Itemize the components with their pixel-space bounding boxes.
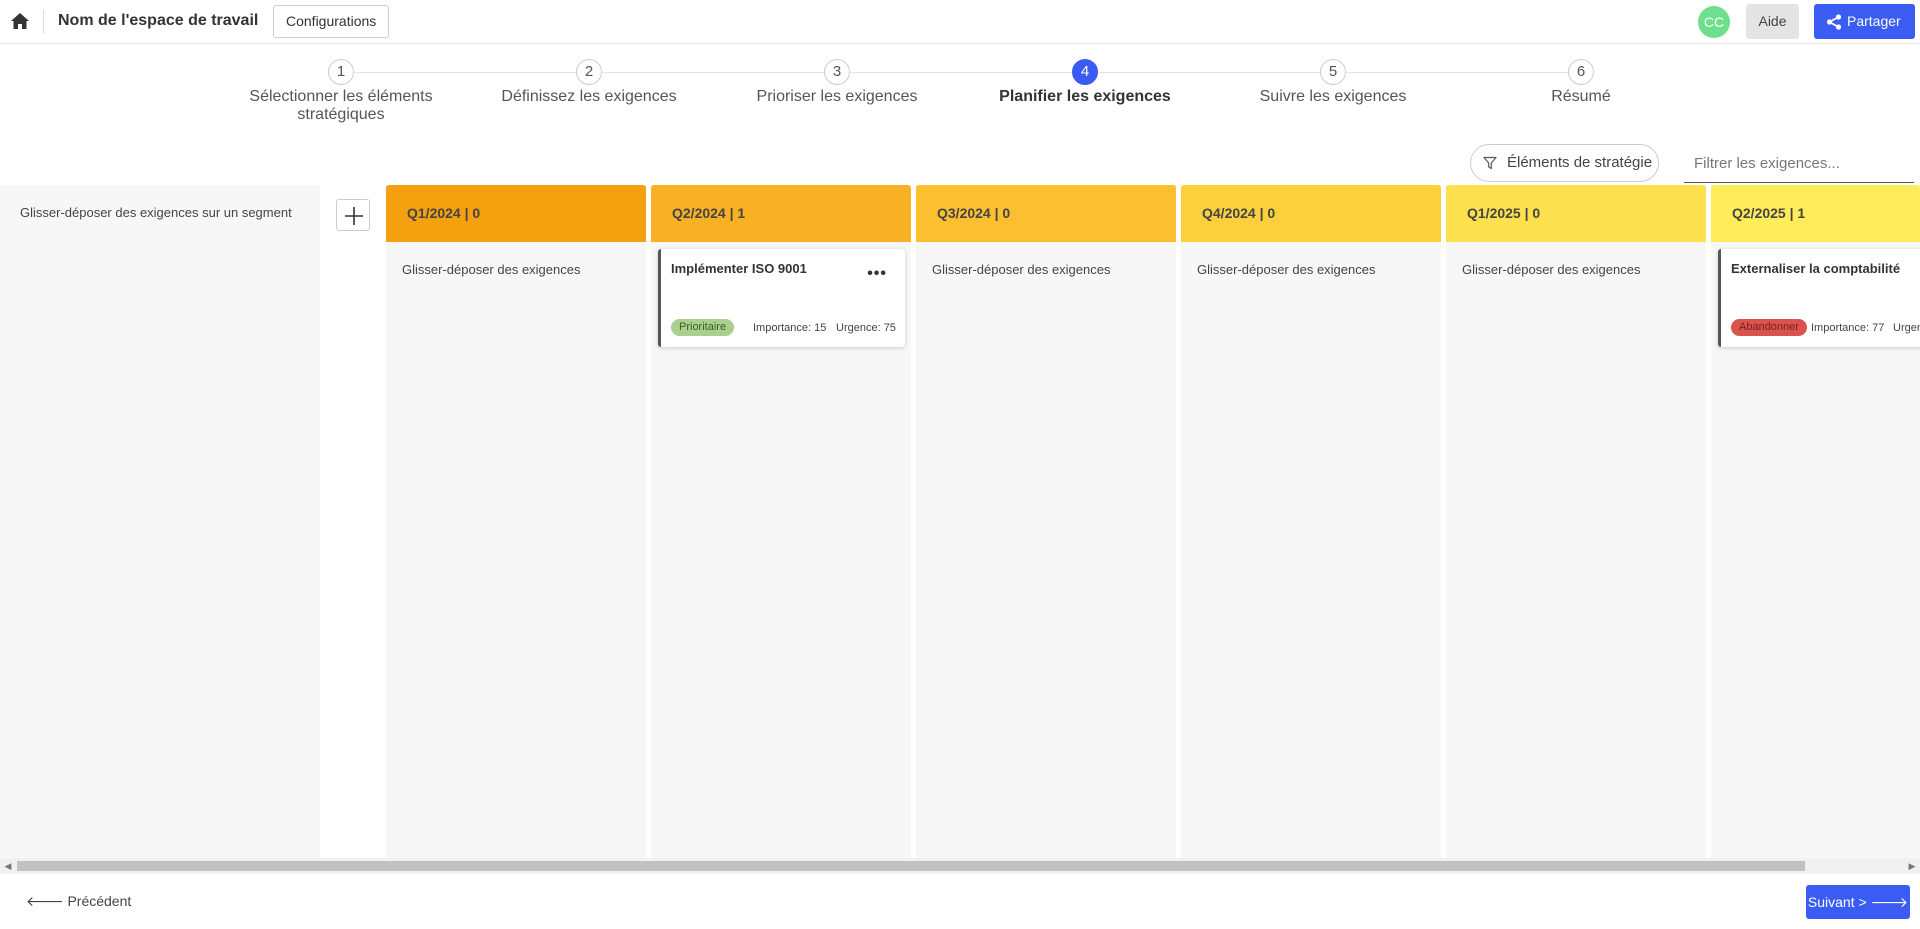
- strategy-label: Éléments de stratégie: [1507, 154, 1653, 171]
- previous-label: Précédent: [67, 893, 132, 909]
- strategy-elements-button[interactable]: Éléments de stratégie: [1470, 144, 1659, 182]
- help-button[interactable]: Aide: [1746, 4, 1799, 39]
- step-label: Définissez les exigences: [501, 88, 677, 105]
- more-options-icon[interactable]: •••: [867, 266, 887, 282]
- importance-value: Importance: 77: [1811, 322, 1885, 334]
- requirement-card[interactable]: Implémenter ISO 9001 ••• Prioritaire Imp…: [658, 249, 905, 347]
- divider: [43, 10, 44, 34]
- column-header: Q1/2024 | 0: [386, 185, 646, 242]
- drop-hint: Glisser-déposer des exigences: [932, 262, 1111, 277]
- step-3[interactable]: 3 Prioriser les exigences: [712, 59, 962, 106]
- step-label: Prioriser les exigences: [756, 88, 918, 105]
- column-q3-2024[interactable]: Q3/2024 | 0 Glisser-déposer des exigence…: [916, 185, 1176, 858]
- filter-icon: [1483, 156, 1497, 170]
- column-header: Q4/2024 | 0: [1181, 185, 1441, 242]
- requirements-filter-input[interactable]: [1684, 145, 1914, 183]
- plus-icon: [345, 207, 363, 225]
- segment-panel[interactable]: Glisser-déposer des exigences sur un seg…: [0, 185, 320, 858]
- roadmap-board: Glisser-déposer des exigences sur un seg…: [0, 185, 1920, 858]
- segment-hint: Glisser-déposer des exigences sur un seg…: [20, 205, 292, 220]
- arrow-right-icon: 🡒: [1866, 894, 1909, 910]
- importance-value: Importance: 15: [753, 322, 827, 334]
- step-label: Suivre les exigences: [1259, 88, 1407, 105]
- column-header: Q3/2024 | 0: [916, 185, 1176, 242]
- stepper: 1 Sélectionner les éléments stratégiques …: [0, 55, 1920, 135]
- step-2[interactable]: 2 Définissez les exigences: [464, 59, 714, 106]
- scrollbar-thumb[interactable]: [17, 861, 1805, 871]
- column-header: Q1/2025 | 0: [1446, 185, 1706, 242]
- share-icon: [1826, 14, 1842, 30]
- drop-hint: Glisser-déposer des exigences: [1197, 262, 1376, 277]
- column-header: Q2/2024 | 1: [651, 185, 911, 242]
- step-number: 2: [576, 59, 602, 85]
- share-label: Partager: [1847, 13, 1901, 29]
- add-segment-button[interactable]: [336, 199, 370, 231]
- status-badge: Abandonner: [1731, 319, 1807, 336]
- next-button[interactable]: Suivant > 🡒: [1806, 885, 1910, 919]
- requirement-card[interactable]: Externaliser la comptabilité Abandonner …: [1718, 249, 1920, 347]
- horizontal-scrollbar[interactable]: ◀ ▶: [0, 858, 1920, 874]
- column-q2-2025[interactable]: Q2/2025 | 1 Externaliser la comptabilité…: [1711, 185, 1920, 858]
- scroll-left-icon[interactable]: ◀: [0, 858, 16, 874]
- scroll-right-icon[interactable]: ▶: [1904, 858, 1920, 874]
- avatar[interactable]: CC: [1698, 6, 1730, 38]
- step-number: 1: [328, 59, 354, 85]
- column-header: Q2/2025 | 1: [1711, 185, 1920, 242]
- next-label: Suivant >: [1807, 894, 1867, 910]
- configurations-button[interactable]: Configurations: [273, 5, 390, 38]
- step-5[interactable]: 5 Suivre les exigences: [1208, 59, 1458, 106]
- card-title: Implémenter ISO 9001: [671, 261, 807, 276]
- urgency-value: Urgence:: [1893, 322, 1920, 334]
- step-label: Résumé: [1551, 88, 1611, 105]
- step-label: Planifier les exigences: [999, 88, 1171, 105]
- top-bar: Nom de l'espace de travail Configuration…: [0, 0, 1920, 44]
- drop-hint: Glisser-déposer des exigences: [402, 262, 581, 277]
- step-6[interactable]: 6 Résumé: [1456, 59, 1706, 106]
- drop-hint: Glisser-déposer des exigences: [1462, 262, 1641, 277]
- arrow-left-icon: 🡐: [26, 893, 68, 909]
- step-1[interactable]: 1 Sélectionner les éléments stratégiques: [216, 59, 466, 124]
- previous-button[interactable]: 🡐 Précédent: [26, 893, 131, 910]
- column-q4-2024[interactable]: Q4/2024 | 0 Glisser-déposer des exigence…: [1181, 185, 1441, 858]
- urgency-value: Urgence: 75: [836, 322, 896, 334]
- step-number: 3: [824, 59, 850, 85]
- step-label: Sélectionner les éléments stratégiques: [249, 88, 433, 123]
- column-q1-2025[interactable]: Q1/2025 | 0 Glisser-déposer des exigence…: [1446, 185, 1706, 858]
- step-4[interactable]: 4 Planifier les exigences: [960, 59, 1210, 106]
- share-button[interactable]: Partager: [1814, 4, 1915, 39]
- column-q2-2024[interactable]: Q2/2024 | 1 Implémenter ISO 9001 ••• Pri…: [651, 185, 911, 858]
- step-number: 4: [1072, 59, 1098, 85]
- step-number: 6: [1568, 59, 1594, 85]
- status-badge: Prioritaire: [671, 319, 735, 336]
- workspace-title[interactable]: Nom de l'espace de travail: [58, 12, 258, 30]
- home-icon[interactable]: [10, 12, 32, 32]
- column-q1-2024[interactable]: Q1/2024 | 0 Glisser-déposer des exigence…: [386, 185, 646, 858]
- step-number: 5: [1320, 59, 1346, 85]
- card-title: Externaliser la comptabilité: [1731, 261, 1901, 276]
